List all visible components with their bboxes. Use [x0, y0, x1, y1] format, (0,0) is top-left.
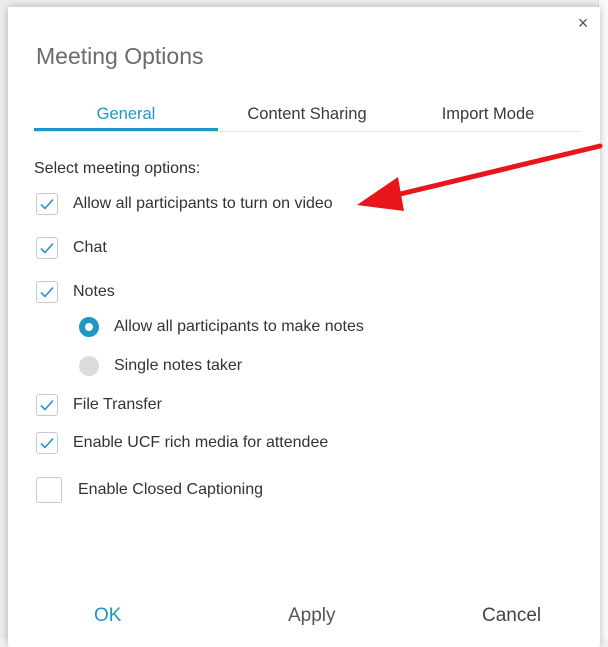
checkmark-icon	[40, 286, 54, 298]
checkmark-icon	[40, 437, 54, 449]
apply-button[interactable]: Apply	[288, 605, 336, 627]
tab-bar: General Content Sharing Import Mode	[34, 105, 580, 132]
radio-label: Single notes taker	[114, 357, 243, 374]
option-label: Enable UCF rich media for attendee	[73, 434, 329, 451]
ucf-checkbox[interactable]	[36, 432, 58, 454]
cancel-button[interactable]: Cancel	[482, 605, 541, 627]
notes-checkbox[interactable]	[36, 281, 58, 303]
option-notes[interactable]: Notes	[36, 279, 115, 305]
tab-import-mode[interactable]: Import Mode	[396, 105, 580, 129]
option-ucf-rich-media[interactable]: Enable UCF rich media for attendee	[36, 430, 328, 456]
option-closed-captioning[interactable]: Enable Closed Captioning	[36, 477, 263, 503]
tab-general[interactable]: General	[34, 105, 218, 131]
tab-content-sharing[interactable]: Content Sharing	[218, 105, 396, 129]
radio-all-participants-notes[interactable]: Allow all participants to make notes	[79, 314, 364, 340]
option-label: Allow all participants to turn on video	[73, 195, 333, 212]
close-icon[interactable]: ×	[575, 14, 591, 32]
radio-unselected-icon[interactable]	[79, 356, 99, 376]
option-chat[interactable]: Chat	[36, 235, 107, 261]
closed-captioning-checkbox[interactable]	[36, 477, 62, 503]
checkmark-icon	[40, 399, 54, 411]
option-label: Chat	[73, 239, 107, 256]
option-file-transfer[interactable]: File Transfer	[36, 392, 162, 418]
radio-label: Allow all participants to make notes	[114, 318, 364, 335]
meeting-options-dialog: × Meeting Options General Content Sharin…	[8, 7, 600, 647]
option-label: Notes	[73, 283, 115, 300]
section-label: Select meeting options:	[34, 160, 201, 177]
radio-single-notes-taker[interactable]: Single notes taker	[79, 353, 242, 379]
video-checkbox[interactable]	[36, 193, 58, 215]
radio-selected-icon[interactable]	[79, 317, 99, 337]
option-label: Enable Closed Captioning	[78, 481, 264, 498]
file-transfer-checkbox[interactable]	[36, 394, 58, 416]
checkmark-icon	[40, 242, 54, 254]
dialog-title: Meeting Options	[36, 43, 204, 69]
option-label: File Transfer	[73, 396, 162, 413]
ok-button[interactable]: OK	[94, 605, 121, 627]
option-video[interactable]: Allow all participants to turn on video	[36, 191, 333, 217]
active-tab-indicator	[34, 128, 218, 131]
chat-checkbox[interactable]	[36, 237, 58, 259]
checkmark-icon	[40, 198, 54, 210]
